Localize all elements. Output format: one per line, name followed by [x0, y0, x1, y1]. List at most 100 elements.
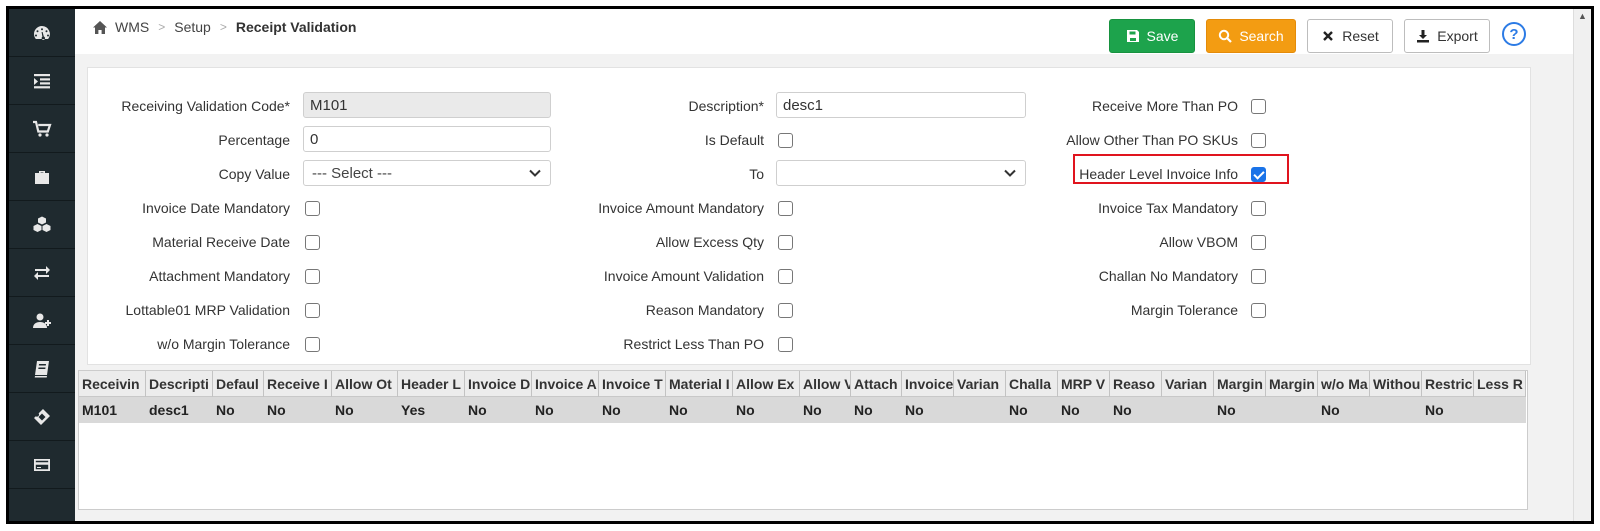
table-row[interactable]: M101 desc1 No No No Yes No No No No No N…	[79, 397, 1526, 423]
column-header[interactable]: Descripti	[146, 371, 213, 397]
export-button[interactable]: Export	[1404, 19, 1490, 53]
challan-no-mandatory-label: Challan No Mandatory	[1098, 268, 1238, 284]
is-default-label: Is Default	[704, 132, 764, 148]
column-header[interactable]: Allow Ex	[733, 371, 800, 397]
column-header[interactable]: Varian	[1162, 371, 1214, 397]
attachment-mandatory-checkbox[interactable]	[305, 269, 320, 284]
lottable01-mrp-validation-checkbox[interactable]	[305, 303, 320, 318]
description-field[interactable]	[776, 92, 1026, 118]
is-default-checkbox[interactable]	[778, 133, 793, 148]
search-button-label: Search	[1239, 28, 1284, 44]
column-header[interactable]: Invoice D	[465, 371, 532, 397]
table-cell: No	[1321, 402, 1340, 418]
help-icon[interactable]: ?	[1502, 22, 1526, 46]
table-cell	[954, 397, 1006, 423]
home-icon[interactable]	[93, 20, 107, 34]
column-header[interactable]: Less R	[1474, 371, 1526, 397]
description-label: Description*	[688, 98, 764, 114]
column-header[interactable]: Margin	[1266, 371, 1318, 397]
invoice-amount-validation-checkbox[interactable]	[778, 269, 793, 284]
wo-margin-tolerance-checkbox[interactable]	[305, 337, 320, 352]
sidebar-item-book[interactable]	[9, 345, 75, 393]
allow-vbom-checkbox[interactable]	[1251, 235, 1266, 250]
copy-value-select[interactable]: --- Select ---	[303, 160, 551, 186]
table-cell: No	[736, 402, 755, 418]
column-header[interactable]: Header L	[398, 371, 465, 397]
save-button[interactable]: Save	[1109, 19, 1195, 53]
breadcrumb: WMS > Setup > Receipt Validation	[93, 19, 356, 35]
search-button[interactable]: Search	[1206, 19, 1296, 53]
column-header[interactable]: Receivin	[79, 371, 146, 397]
sidebar-item-briefcase[interactable]	[9, 153, 75, 201]
receive-more-than-po-checkbox[interactable]	[1251, 99, 1266, 114]
column-header[interactable]: MRP V	[1058, 371, 1110, 397]
allow-other-than-po-skus-label: Allow Other Than PO SKUs	[1066, 132, 1238, 148]
table-cell	[1162, 397, 1214, 423]
column-header[interactable]: w/o Ma	[1318, 371, 1370, 397]
restrict-less-than-po-checkbox[interactable]	[778, 337, 793, 352]
column-header[interactable]: Reaso	[1110, 371, 1162, 397]
column-header[interactable]: Material I	[666, 371, 733, 397]
sidebar-item-add-user[interactable]	[9, 297, 75, 345]
invoice-amount-mandatory-checkbox[interactable]	[778, 201, 793, 216]
reset-button[interactable]: Reset	[1307, 19, 1393, 53]
column-header[interactable]: Invoice A	[532, 371, 599, 397]
receiving-validation-code-field[interactable]	[303, 92, 551, 118]
indent-list-icon	[34, 73, 50, 88]
allow-other-than-po-skus-checkbox[interactable]	[1251, 133, 1266, 148]
vertical-scrollbar[interactable]: ▲	[1573, 9, 1591, 521]
user-plus-icon	[33, 313, 51, 328]
column-header[interactable]: Attach	[851, 371, 902, 397]
column-header[interactable]: Defaul	[213, 371, 264, 397]
sidebar-item-cart[interactable]	[9, 105, 75, 153]
sidebar-item-card[interactable]	[9, 441, 75, 489]
table-cell: No	[1113, 402, 1132, 418]
lottable01-mrp-validation-label: Lottable01 MRP Validation	[125, 302, 290, 318]
column-header[interactable]: Receive I	[264, 371, 332, 397]
table-cell: No	[854, 402, 873, 418]
table-cell: M101	[82, 402, 118, 418]
search-icon	[1219, 29, 1233, 43]
column-header[interactable]: Varian	[954, 371, 1006, 397]
sidebar-item-boxes[interactable]	[9, 201, 75, 249]
breadcrumb-item-wms[interactable]: WMS	[115, 19, 149, 35]
scroll-up-icon[interactable]: ▲	[1574, 9, 1591, 23]
percentage-field[interactable]	[303, 126, 551, 152]
dashboard-icon	[34, 25, 50, 40]
column-header[interactable]: Margin	[1214, 371, 1266, 397]
margin-tolerance-label: Margin Tolerance	[1130, 302, 1238, 318]
column-header[interactable]: Restric	[1422, 371, 1474, 397]
reset-button-label: Reset	[1342, 28, 1379, 44]
column-header[interactable]: Withou	[1370, 371, 1422, 397]
column-header[interactable]: Allow Ot	[332, 371, 398, 397]
margin-tolerance-checkbox[interactable]	[1251, 303, 1266, 318]
attachment-mandatory-label: Attachment Mandatory	[149, 268, 290, 284]
reason-mandatory-label: Reason Mandatory	[645, 302, 764, 318]
grid-header-row: Receivin Descripti Defaul Receive I Allo…	[79, 371, 1526, 397]
sidebar-item-ticket[interactable]	[9, 393, 75, 441]
sidebar-item-transfer[interactable]	[9, 249, 75, 297]
copy-value-selected: --- Select ---	[312, 164, 392, 182]
to-select[interactable]	[776, 160, 1026, 186]
invoice-tax-mandatory-checkbox[interactable]	[1251, 201, 1266, 216]
column-header[interactable]: Allow V	[800, 371, 851, 397]
breadcrumb-item-setup[interactable]: Setup	[174, 19, 211, 35]
sidebar-item-dashboard[interactable]	[9, 9, 75, 57]
column-header[interactable]: Invoice T	[599, 371, 666, 397]
table-cell: No	[1217, 402, 1236, 418]
column-header[interactable]: Challa	[1006, 371, 1058, 397]
top-bar: WMS > Setup > Receipt Validation Save Se…	[75, 9, 1591, 54]
table-cell: No	[267, 402, 286, 418]
table-cell: No	[216, 402, 235, 418]
header-level-invoice-info-checkbox[interactable]	[1251, 167, 1266, 182]
column-header[interactable]: Invoice	[902, 371, 954, 397]
table-cell: No	[335, 402, 354, 418]
invoice-date-mandatory-checkbox[interactable]	[305, 201, 320, 216]
allow-excess-qty-checkbox[interactable]	[778, 235, 793, 250]
challan-no-mandatory-checkbox[interactable]	[1251, 269, 1266, 284]
briefcase-icon	[35, 170, 49, 184]
receive-more-than-po-label: Receive More Than PO	[1091, 98, 1238, 114]
sidebar-item-list[interactable]	[9, 57, 75, 105]
reason-mandatory-checkbox[interactable]	[778, 303, 793, 318]
material-receive-date-checkbox[interactable]	[305, 235, 320, 250]
